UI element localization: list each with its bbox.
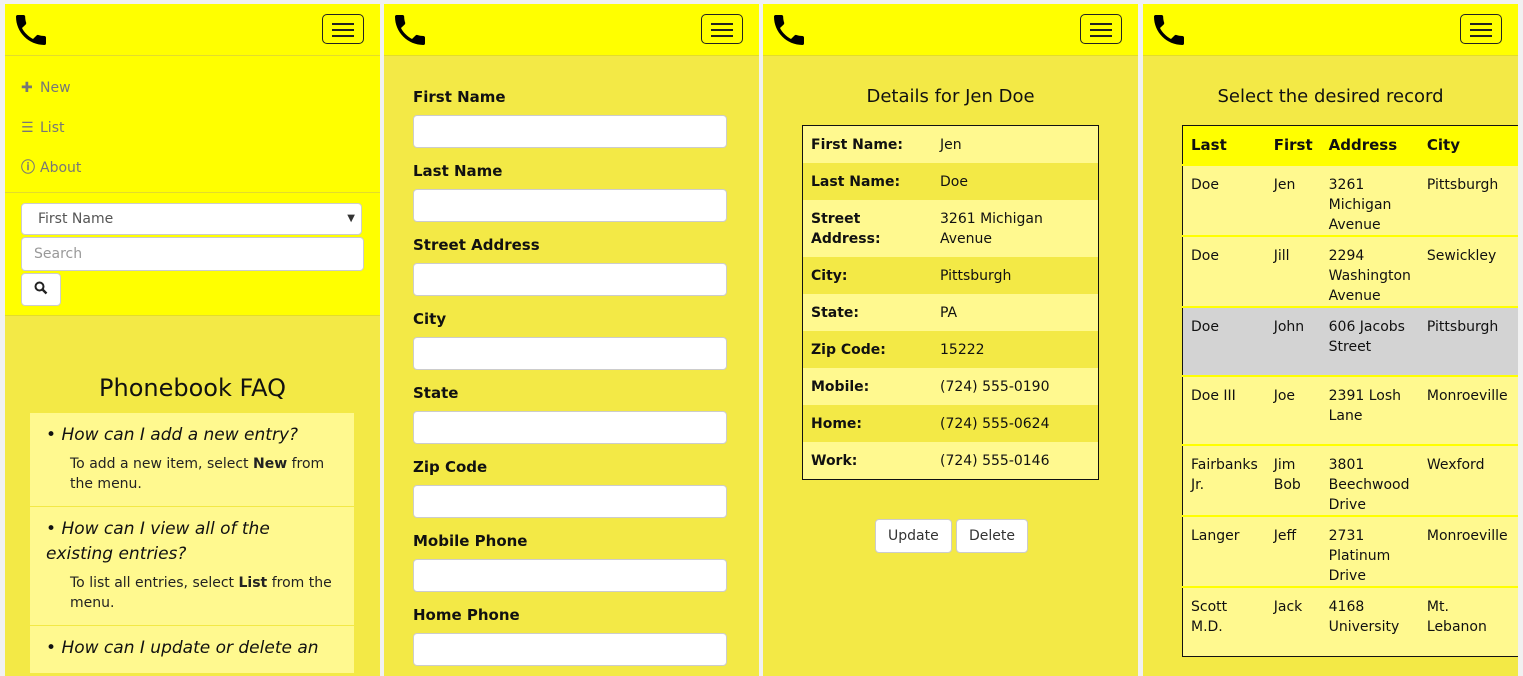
table-row[interactable]: Doe Jill 2294 Washington Avenue Sewickley	[1182, 235, 1518, 307]
hamburger-menu-button[interactable]	[1460, 14, 1502, 44]
faq-question: How can I update or delete an	[61, 638, 319, 658]
detail-row: First Name: Jen	[802, 125, 1099, 163]
street-address-field[interactable]	[413, 263, 727, 296]
table-row[interactable]: Langer Jeff 2731 Platinum Drive Monroeville	[1182, 515, 1518, 587]
table-row[interactable]: Fairbanks Jr. Jim Bob 3801 Beechwood Drive…	[1182, 444, 1518, 516]
city-field[interactable]	[413, 337, 727, 370]
details-panel: Details for Jen Doe First Name: Jen Last …	[763, 4, 1138, 676]
phone-icon[interactable]	[769, 10, 809, 50]
last-name-label: Last Name	[413, 162, 503, 180]
home-phone-field[interactable]	[413, 633, 727, 666]
detail-row: Work: (724) 555-0146	[802, 442, 1099, 480]
last-name-field[interactable]	[413, 189, 727, 222]
table-row[interactable]: Doe III Joe 2391 Losh Lane Monroeville	[1182, 375, 1518, 445]
detail-row: Home: (724) 555-0624	[802, 405, 1099, 442]
detail-row: Zip Code: 15222	[802, 331, 1099, 368]
nav-menu: ✚ New ☰ List ⓘ About	[5, 56, 380, 193]
nav-item-new[interactable]: ✚ New	[21, 76, 71, 100]
faq-item: • How can I view all of the existing ent…	[30, 507, 354, 626]
city-label: City	[413, 310, 447, 328]
table-row[interactable]: Scott M.D. Jack 4168 University Mt. Lebanon	[1182, 586, 1518, 656]
faq-answer: To add a new item, select New from the m…	[70, 456, 325, 492]
search-field-select[interactable]: First Name ▼	[21, 203, 362, 235]
column-header-address[interactable]: Address	[1320, 125, 1419, 165]
hamburger-menu-button[interactable]	[701, 14, 743, 44]
state-label: State	[413, 384, 459, 402]
column-header-last[interactable]: Last	[1182, 125, 1266, 165]
dropdown-arrow-icon: ▼	[347, 213, 355, 224]
first-name-label: First Name	[413, 88, 506, 106]
search-input[interactable]	[21, 237, 364, 271]
nav-item-about[interactable]: ⓘ About	[21, 156, 81, 180]
top-bar	[1143, 4, 1518, 56]
faq-title: Phonebook FAQ	[99, 374, 286, 402]
phone-icon[interactable]	[390, 10, 430, 50]
street-address-label: Street Address	[413, 236, 540, 254]
state-field[interactable]	[413, 411, 727, 444]
faq-item: • How can I add a new entry? To add a ne…	[30, 413, 354, 507]
top-bar	[763, 4, 1138, 56]
hamburger-menu-button[interactable]	[322, 14, 364, 44]
info-icon: ⓘ	[21, 160, 35, 176]
table-header-row: Last First Address City	[1182, 125, 1518, 165]
list-icon: ☰	[21, 120, 34, 136]
top-bar	[384, 4, 759, 56]
phone-icon[interactable]	[1149, 10, 1189, 50]
detail-row: Mobile: (724) 555-0190	[802, 368, 1099, 405]
detail-row: Last Name: Doe	[802, 163, 1099, 200]
detail-row: Street Address: 3261 Michigan Avenue	[802, 200, 1099, 257]
zip-code-field[interactable]	[413, 485, 727, 518]
detail-row: City: Pittsburgh	[802, 257, 1099, 294]
details-table: First Name: Jen Last Name: Doe Street Addr…	[802, 125, 1099, 480]
form-panel: First Name Last Name Street Address City…	[384, 4, 759, 676]
plus-icon: ✚	[21, 80, 33, 96]
search-button[interactable]	[21, 273, 61, 306]
faq-question: How can I add a new entry?	[61, 425, 299, 445]
entry-form: First Name Last Name Street Address City…	[413, 84, 729, 676]
search-area: First Name ▼	[5, 193, 380, 316]
column-header-city[interactable]: City	[1418, 125, 1518, 165]
records-table: Last First Address City Doe Jen 3261 Michi…	[1182, 125, 1518, 657]
mobile-phone-label: Mobile Phone	[413, 532, 528, 550]
menu-panel: ✚New ☰List ⓘAbout First Name▼ Phonebook …	[5, 4, 380, 676]
update-button[interactable]: Update	[875, 519, 952, 553]
details-title: Details for Jen Doe	[866, 86, 1035, 107]
records-title: Select the desired record	[1217, 86, 1444, 107]
column-header-first[interactable]: First	[1265, 125, 1321, 165]
top-bar	[5, 4, 380, 56]
faq-question: How can I view all of the existing entri…	[46, 519, 270, 564]
faq-item: • How can I update or delete an	[30, 626, 354, 674]
hamburger-menu-button[interactable]	[1080, 14, 1122, 44]
home-phone-label: Home Phone	[413, 606, 520, 624]
mobile-phone-field[interactable]	[413, 559, 727, 592]
zip-code-label: Zip Code	[413, 458, 488, 476]
nav-item-list[interactable]: ☰ List	[21, 116, 64, 140]
first-name-field[interactable]	[413, 115, 727, 148]
delete-button[interactable]: Delete	[956, 519, 1028, 553]
faq-list: • How can I add a new entry? To add a ne…	[30, 413, 354, 674]
table-row[interactable]: Doe Jen 3261 Michigan Avenue Pittsburgh	[1182, 164, 1518, 236]
records-panel: Select the desired record Last First Add…	[1143, 4, 1518, 676]
table-row-selected[interactable]: Doe John 606 Jacobs Street Pittsburgh	[1182, 306, 1518, 376]
faq-answer: To list all entries, select List from th…	[70, 575, 332, 611]
phone-icon[interactable]	[11, 10, 51, 50]
search-icon	[34, 281, 48, 295]
detail-row: State: PA	[802, 294, 1099, 331]
